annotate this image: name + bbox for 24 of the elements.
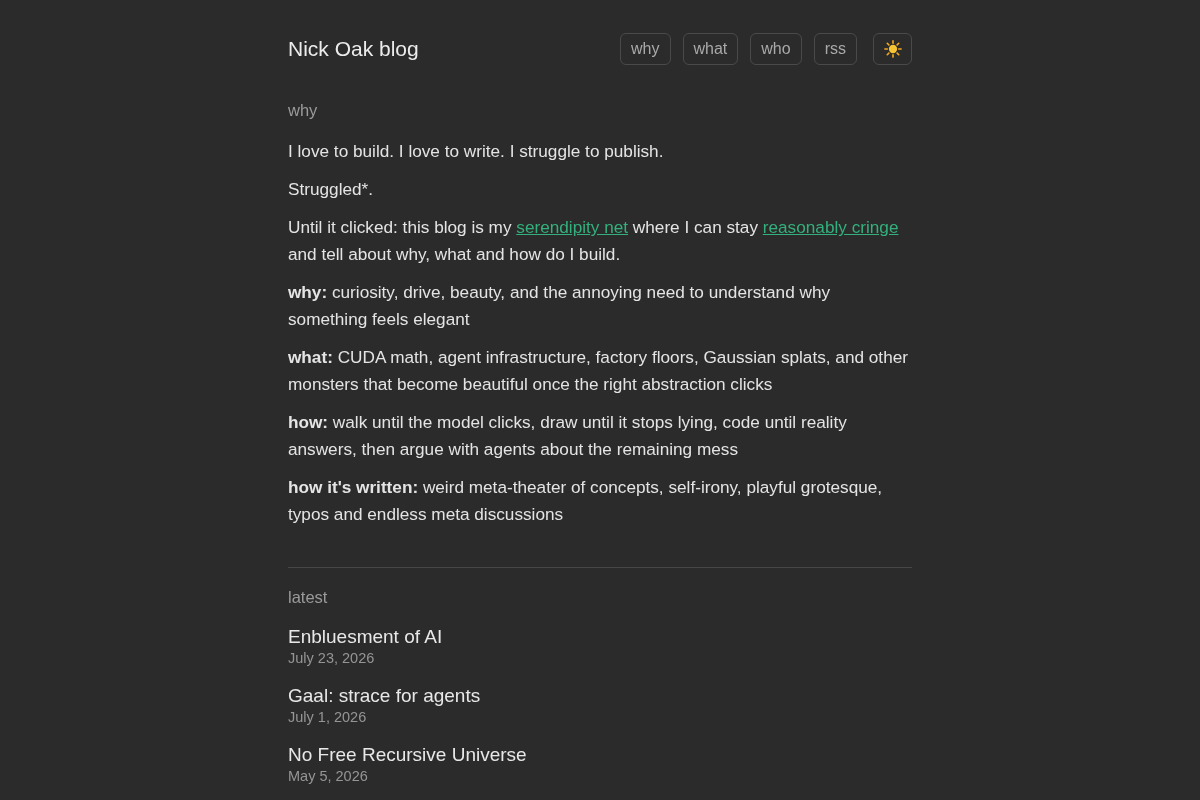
nav-button[interactable]: why: [620, 33, 671, 65]
paragraph: Until it clicked: this blog is my serendipity net where I can stay reasonably cringe and tell about why, what and how do I build.: [288, 216, 900, 267]
nav-button[interactable]: who: [750, 33, 802, 65]
paragraph: I love to build. I love to write. I struggle to publish.: [288, 140, 665, 163]
post-date: July 1, 2026: [288, 708, 367, 728]
paragraph: Struggled*.: [288, 178, 375, 202]
nav-button[interactable]: rss: [813, 33, 857, 65]
post-title-link[interactable]: Enbluesment of AI: [288, 625, 443, 650]
post-title-link[interactable]: Gaal: strace for agents: [288, 684, 481, 709]
paragraph: what: CUDA math, agent infrastructure, factory floors, Gaussian splats, and other monsters that become beautiful once the right abstraction clicks: [288, 346, 909, 396]
post-date: July 23, 2026: [288, 649, 375, 669]
post-date: May 5, 2026: [288, 767, 368, 787]
post-title-link[interactable]: No Free Recursive Universe: [288, 743, 527, 768]
section-heading: why: [288, 100, 319, 121]
text-link[interactable]: reasonably cringe: [762, 217, 899, 238]
paragraph: how: walk until the model clicks, draw until it stops lying, code until reality answers, then argue with agents about the remaining mess: [288, 411, 848, 461]
paragraph: how it's written: weird meta-theater of concepts, self-irony, playful grotesque, typos and endless meta discussions: [288, 476, 884, 526]
theme-toggle-button[interactable]: [873, 33, 912, 65]
sun-icon: [883, 40, 902, 58]
section-heading: latest: [288, 587, 329, 609]
site-title[interactable]: Nick Oak blog: [288, 37, 419, 61]
text-link[interactable]: serendipity net: [516, 217, 629, 238]
nav-button[interactable]: what: [682, 33, 739, 65]
paragraph: why: curiosity, drive, beauty, and the annoying need to understand why something feels elegant: [288, 281, 832, 331]
